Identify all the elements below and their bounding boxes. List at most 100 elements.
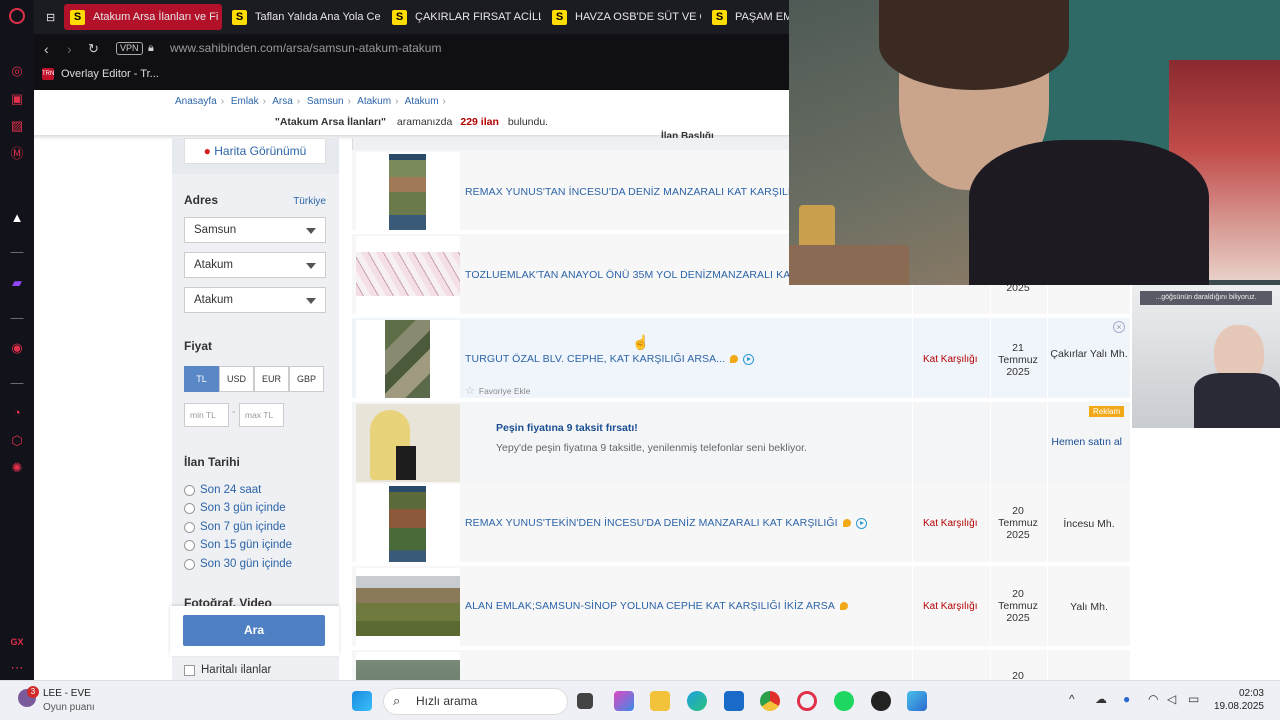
ad-cta-link[interactable]: Hemen satın al: [1051, 436, 1122, 448]
listing-row[interactable]: ALAN EMLAK;SAMSUN-SİNOP YOLUNA CEPHE KAT…: [352, 566, 1130, 648]
aria-icon[interactable]: ▲: [9, 210, 25, 226]
task-view-icon[interactable]: [577, 693, 593, 709]
breadcrumb-item[interactable]: Emlak: [231, 96, 259, 107]
date-option-7d[interactable]: Son 7 gün içinde: [184, 521, 286, 533]
divider-icon-2: —: [10, 310, 24, 325]
history-icon[interactable]: ◔: [9, 405, 25, 421]
forward-icon[interactable]: ›: [67, 41, 72, 57]
ad-title[interactable]: Peşin fiyatına 9 taksit fırsatı!: [496, 422, 638, 434]
bookmark-overlay-editor[interactable]: TRN Overlay Editor - Tr...: [42, 68, 159, 80]
date-option-3d[interactable]: Son 3 gün içinde: [184, 502, 286, 514]
media-title[interactable]: LEE - EVE: [43, 688, 91, 699]
map-view-button[interactable]: ● Harita Görünümü: [184, 138, 326, 164]
ad-image[interactable]: [356, 404, 460, 482]
listing-title[interactable]: TOZLUEMLAK'TAN ANAYOL ÖNÜ 35M YOL DENİZM…: [465, 269, 813, 281]
listing-title-text: REMAX YUNUS'TEKİN'DEN İNCESU'DA DENİZ MA…: [465, 517, 838, 529]
file-explorer-icon[interactable]: [650, 691, 670, 711]
app-icon[interactable]: [871, 691, 891, 711]
breadcrumb-item[interactable]: Anasayfa: [175, 96, 217, 107]
app-icon-2[interactable]: [907, 691, 927, 711]
mic-icon[interactable]: ●: [1123, 692, 1130, 706]
bag-icon[interactable]: ▣: [9, 91, 25, 107]
wifi-icon[interactable]: ◠: [1148, 692, 1158, 706]
listing-title[interactable]: TURGUT ÖZAL BLV. CEPHE, KAT KARŞILIĞI AR…: [465, 353, 755, 365]
more-icon[interactable]: ⋯: [9, 660, 25, 676]
m-icon[interactable]: Ⓜ: [9, 146, 25, 162]
date-option-30d[interactable]: Son 30 gün içinde: [184, 558, 292, 570]
opera-logo-icon[interactable]: [9, 8, 25, 24]
favorite-label: Favoriye Ekle: [478, 385, 531, 396]
edge-icon[interactable]: [687, 691, 707, 711]
url-field[interactable]: www.sahibinden.com/arsa/samsun-atakum-at…: [170, 41, 441, 55]
listing-title[interactable]: ALAN EMLAK;SAMSUN-SİNOP YOLUNA CEPHE KAT…: [465, 600, 848, 612]
date-month: Temmuz: [998, 517, 1038, 529]
breadcrumb-item[interactable]: Atakum: [357, 96, 391, 107]
clock-date: 19.08.2025: [1213, 701, 1264, 712]
video-play-icon[interactable]: [855, 517, 867, 529]
ad-row[interactable]: Reklam Peşin fiyatına 9 taksit fırsatı! …: [352, 402, 1130, 484]
breadcrumb-item[interactable]: Samsun: [307, 96, 344, 107]
start-windows-icon[interactable]: [352, 691, 372, 711]
listing-title[interactable]: REMAX YUNUS'TEKİN'DEN İNCESU'DA DENİZ MA…: [465, 517, 867, 529]
max-price-input[interactable]: max TL: [239, 403, 284, 427]
tab-0[interactable]: S Atakum Arsa İlanları ve Fi: [64, 4, 222, 30]
gx-icon[interactable]: GX: [9, 634, 25, 650]
favorite-link[interactable]: ☆ Favoriye Ekle: [465, 384, 530, 397]
player-icon[interactable]: ◉: [9, 340, 25, 356]
outlook-icon[interactable]: [724, 691, 744, 711]
opera-gx-icon[interactable]: [797, 691, 817, 711]
country-link[interactable]: Türkiye: [293, 196, 326, 207]
date-option-24h[interactable]: Son 24 saat: [184, 484, 261, 496]
currency-tl[interactable]: TL: [184, 366, 219, 392]
copilot-icon[interactable]: [614, 691, 634, 711]
map-listings-label: Haritalı ilanlar: [201, 664, 272, 676]
battery-icon[interactable]: ▭: [1188, 692, 1199, 706]
listing-row[interactable]: REMAX YUNUS'TEKİN'DEN İNCESU'DA DENİZ MA…: [352, 482, 1130, 564]
back-icon[interactable]: ‹: [44, 41, 49, 57]
min-price-input[interactable]: min TL: [184, 403, 229, 427]
extensions-icon[interactable]: ⬡: [9, 433, 25, 449]
currency-usd[interactable]: USD: [219, 366, 254, 392]
taskbar-search[interactable]: Hızlı arama: [383, 688, 568, 715]
listing-thumbnail[interactable]: [356, 484, 460, 562]
speed-dial-icon[interactable]: ◎: [9, 63, 25, 79]
neighborhood-select[interactable]: Atakum: [184, 287, 326, 313]
sahibinden-favicon-icon: S: [70, 9, 85, 25]
breadcrumb-item[interactable]: Atakum: [405, 96, 439, 107]
tab-menu-icon[interactable]: ⊟: [40, 4, 62, 30]
listing-thumbnail[interactable]: [356, 152, 460, 230]
video-play-icon[interactable]: [743, 353, 755, 365]
reload-icon[interactable]: ↻: [88, 41, 99, 57]
city-select-value: Samsun: [194, 224, 237, 236]
map-listings-checkbox[interactable]: Haritalı ilanlar: [184, 664, 271, 676]
listing-location: Çakırlar Yalı Mh.: [1050, 348, 1128, 360]
chrome-icon[interactable]: [760, 691, 780, 711]
listing-thumbnail[interactable]: [356, 236, 460, 314]
tab-2[interactable]: S ÇAKIRLAR FIRSAT ACİLL: [386, 4, 541, 30]
listing-thumbnail[interactable]: [356, 568, 460, 646]
chevron-up-icon[interactable]: ^: [1069, 692, 1075, 706]
currency-gbp[interactable]: GBP: [289, 366, 324, 392]
date-option-15d[interactable]: Son 15 gün içinde: [184, 539, 292, 551]
breadcrumb-item[interactable]: Arsa: [272, 96, 293, 107]
currency-eur[interactable]: EUR: [254, 366, 289, 392]
result-summary: "Atakum Arsa İlanları" aramanızda 229 ila…: [34, 116, 789, 128]
listing-row[interactable]: TURGUT ÖZAL BLV. CEPHE, KAT KARŞILIĞI AR…: [352, 318, 1130, 400]
cloud-icon[interactable]: ☁: [1095, 692, 1107, 706]
volume-icon[interactable]: ◁: [1167, 692, 1176, 706]
twitch-icon[interactable]: ▰: [9, 275, 25, 291]
tab-1[interactable]: S Taflan Yalıda Ana Yola Ce: [226, 4, 381, 30]
settings-icon[interactable]: ✺: [9, 460, 25, 476]
vpn-badge[interactable]: VPN: [116, 42, 143, 55]
system-clock[interactable]: 02:03 19.08.2025: [1214, 687, 1264, 713]
listing-title[interactable]: REMAX YUNUS'TAN İNCESU'DA DENİZ MANZARAL…: [465, 186, 819, 198]
tab-3[interactable]: S HAVZA OSB'DE SÜT VE G: [546, 4, 701, 30]
gaming-icon[interactable]: ▨: [9, 118, 25, 134]
city-select[interactable]: Samsun: [184, 217, 326, 243]
district-select[interactable]: Atakum: [184, 252, 326, 278]
search-button[interactable]: Ara: [183, 615, 325, 646]
tab-4[interactable]: S PAŞAM EMI: [706, 4, 796, 30]
close-icon[interactable]: ×: [1113, 321, 1125, 333]
spotify-icon[interactable]: [834, 691, 854, 711]
listing-thumbnail[interactable]: [356, 320, 460, 398]
